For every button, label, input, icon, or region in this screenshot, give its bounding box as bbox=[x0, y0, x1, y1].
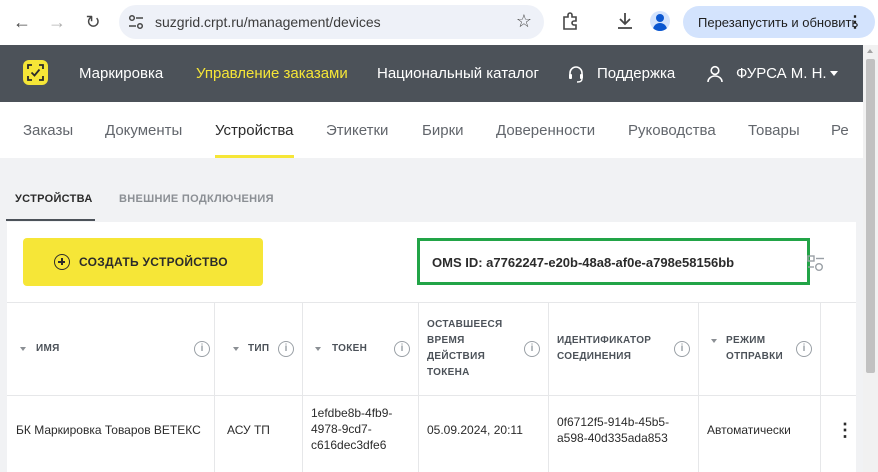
create-device-button[interactable]: СОЗДАТЬ УСТРОЙСТВО bbox=[23, 238, 263, 286]
col-header-name[interactable]: ИМЯ bbox=[36, 341, 60, 357]
user-icon[interactable] bbox=[706, 65, 724, 83]
cell-token: 1efdbe8b-4fb9-4978-9cd7-c616dec3dfe6 bbox=[311, 406, 393, 452]
address-bar[interactable]: suzgrid.crpt.ru/management/devices ☆ bbox=[119, 5, 544, 39]
user-menu[interactable]: ФУРСА М. Н. bbox=[736, 65, 827, 82]
active-tab-indicator bbox=[215, 155, 294, 158]
sort-icon[interactable] bbox=[315, 347, 321, 351]
tab-goods[interactable]: Товары bbox=[748, 122, 800, 139]
tab-labels[interactable]: Этикетки bbox=[326, 122, 388, 139]
info-icon[interactable]: i bbox=[674, 341, 690, 357]
table-top-border bbox=[7, 302, 856, 303]
extensions-icon[interactable] bbox=[561, 10, 581, 32]
columns-settings-icon[interactable] bbox=[807, 254, 825, 272]
column-divider bbox=[214, 302, 215, 472]
browser-toolbar: ← → ↻ suzgrid.crpt.ru/management/devices… bbox=[0, 0, 878, 45]
add-circle-icon bbox=[54, 254, 70, 270]
profile-icon[interactable] bbox=[650, 11, 670, 31]
create-device-label: СОЗДАТЬ УСТРОЙСТВО bbox=[79, 255, 228, 269]
section-tab-devices[interactable]: УСТРОЙСТВА bbox=[15, 193, 93, 205]
sub-navigation: Заказы Документы Устройства Этикетки Бир… bbox=[0, 102, 863, 158]
info-icon[interactable]: i bbox=[278, 341, 294, 357]
page-scrollbar[interactable] bbox=[863, 45, 878, 472]
nav-national-catalog[interactable]: Национальный каталог bbox=[377, 65, 539, 82]
cell-connection-id: 0f6712f5-914b-45b5-a598-40d335ada853 bbox=[557, 415, 670, 445]
cell-type: АСУ ТП bbox=[227, 423, 270, 437]
column-divider bbox=[548, 302, 549, 472]
app-header: Маркировка Управление заказами Националь… bbox=[0, 45, 863, 102]
download-icon[interactable] bbox=[615, 10, 635, 32]
section-tab-indicator bbox=[6, 219, 95, 221]
scrollbar-thumb[interactable] bbox=[866, 59, 875, 373]
col-header-token[interactable]: ТОКЕН bbox=[332, 341, 367, 357]
column-divider bbox=[820, 302, 821, 472]
tab-more[interactable]: Ре bbox=[831, 122, 849, 139]
info-icon[interactable]: i bbox=[796, 341, 812, 357]
col-header-token-expiry[interactable]: ОСТАВШЕЕСЯ ВРЕМЯ ДЕЙСТВИЯ ТОКЕНА bbox=[427, 317, 517, 381]
col-header-type[interactable]: ТИП bbox=[248, 341, 269, 357]
devices-card: СОЗДАТЬ УСТРОЙСТВО OMS ID: a7762247-e20b… bbox=[7, 222, 856, 472]
tab-tags[interactable]: Бирки bbox=[422, 122, 464, 139]
cell-send-mode: Автоматически bbox=[707, 423, 791, 437]
tab-orders[interactable]: Заказы bbox=[23, 122, 73, 139]
relaunch-label: Перезапустить и обновить bbox=[698, 15, 859, 30]
tab-powers-of-attorney[interactable]: Доверенности bbox=[496, 122, 595, 139]
more-icon[interactable]: ⋮ bbox=[847, 12, 863, 32]
info-icon[interactable]: i bbox=[394, 341, 410, 357]
tab-documents[interactable]: Документы bbox=[105, 122, 182, 139]
info-icon[interactable]: i bbox=[194, 341, 210, 357]
tab-devices[interactable]: Устройства bbox=[215, 122, 293, 139]
column-divider bbox=[418, 302, 419, 472]
col-header-connection-id[interactable]: ИДЕНТИФИКАТОР СОЕДИНЕНИЯ bbox=[557, 333, 662, 365]
table-header-border bbox=[7, 395, 856, 396]
oms-id-text: OMS ID: a7762247-e20b-48a8-af0e-a798e581… bbox=[432, 255, 735, 270]
row-actions-icon[interactable]: ⋮ bbox=[836, 420, 854, 441]
url-text[interactable]: suzgrid.crpt.ru/management/devices bbox=[155, 14, 381, 30]
chevron-down-icon[interactable] bbox=[830, 71, 838, 76]
headset-icon[interactable] bbox=[567, 65, 585, 83]
reload-icon[interactable]: ↻ bbox=[80, 9, 106, 35]
nav-order-management[interactable]: Управление заказами bbox=[196, 65, 348, 82]
sort-icon[interactable] bbox=[711, 339, 717, 343]
nav-marking[interactable]: Маркировка bbox=[79, 65, 163, 82]
col-header-send-mode[interactable]: РЕЖИМ ОТПРАВКИ bbox=[726, 333, 783, 365]
column-divider bbox=[698, 302, 699, 472]
cell-expiry: 05.09.2024, 20:11 bbox=[427, 423, 523, 437]
section-tab-external-connections[interactable]: ВНЕШНИЕ ПОДКЛЮЧЕНИЯ bbox=[119, 193, 274, 205]
logo-icon[interactable] bbox=[23, 60, 48, 85]
cell-name: БК Маркировка Товаров ВЕТЕКС bbox=[16, 423, 201, 437]
forward-icon[interactable]: → bbox=[44, 9, 70, 35]
tab-guides[interactable]: Руководства bbox=[628, 122, 716, 139]
site-settings-icon[interactable] bbox=[127, 13, 145, 31]
relaunch-button[interactable]: Перезапустить и обновить ⋮ bbox=[683, 6, 875, 38]
nav-support[interactable]: Поддержка bbox=[597, 65, 675, 82]
sort-icon[interactable] bbox=[233, 347, 239, 351]
scroll-up-icon[interactable] bbox=[867, 49, 873, 53]
info-icon[interactable]: i bbox=[524, 341, 540, 357]
sort-icon[interactable] bbox=[20, 347, 26, 351]
column-divider bbox=[302, 302, 303, 472]
star-icon[interactable]: ☆ bbox=[516, 11, 532, 32]
oms-id-highlight: OMS ID: a7762247-e20b-48a8-af0e-a798e581… bbox=[417, 238, 810, 285]
back-icon[interactable]: ← bbox=[9, 9, 35, 35]
